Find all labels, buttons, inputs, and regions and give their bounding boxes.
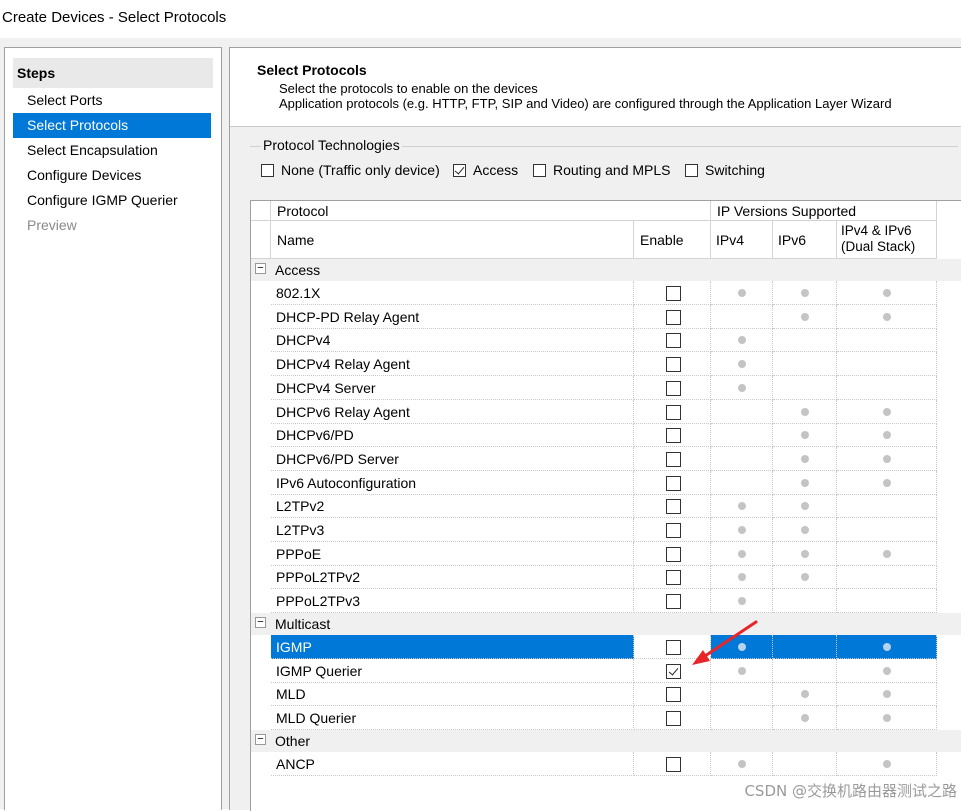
annotation-overlay bbox=[692, 620, 758, 665]
arrow-icon bbox=[692, 620, 758, 665]
watermark: CSDN @交换机路由器测试之路 bbox=[744, 782, 957, 800]
